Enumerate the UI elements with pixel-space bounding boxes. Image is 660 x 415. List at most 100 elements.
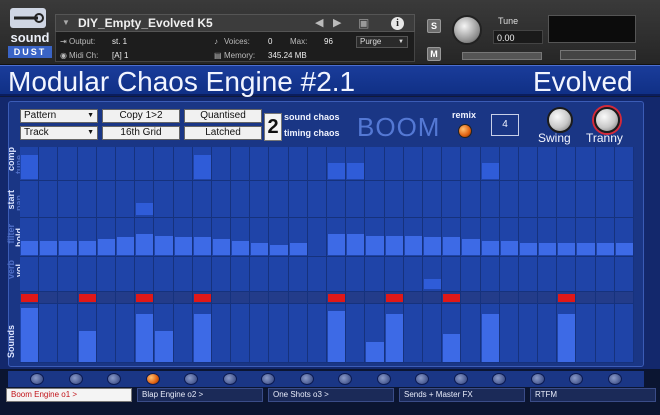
verb-vol-cell[interactable] [231, 257, 251, 292]
step-knob[interactable] [415, 373, 429, 385]
step-knob[interactable] [299, 373, 314, 385]
comp-tune-cell[interactable] [39, 147, 59, 181]
chaos-number[interactable]: 2 [264, 113, 282, 141]
start-pan-cell[interactable] [461, 181, 481, 218]
comp-tune-cell[interactable] [115, 147, 136, 181]
start-pan-cell[interactable] [422, 181, 443, 218]
red-hit-cell[interactable] [365, 292, 385, 304]
sounds-cell[interactable] [58, 304, 78, 363]
step-sequencer-grid[interactable] [20, 147, 634, 363]
tab-blap-engine[interactable]: Blap Engine o2 > [137, 388, 263, 402]
sounds-cell[interactable] [346, 304, 366, 363]
red-hit-cell[interactable] [480, 292, 500, 304]
step-knob[interactable] [184, 373, 198, 385]
start-pan-cell[interactable] [20, 181, 40, 218]
verb-vol-cell[interactable] [576, 257, 596, 292]
verb-vol-cell[interactable] [365, 257, 385, 292]
verb-vol-cell[interactable] [614, 257, 634, 292]
red-hit-cell[interactable] [173, 292, 193, 304]
red-hit-cell[interactable] [58, 292, 78, 304]
remix-button[interactable] [458, 124, 472, 138]
solo-button[interactable]: S [427, 19, 441, 33]
red-hit-cell[interactable] [422, 292, 443, 304]
comp-tune-cell[interactable] [231, 147, 251, 181]
verb-vol-cell[interactable] [595, 257, 615, 292]
comp-tune-cell[interactable] [518, 147, 539, 181]
comp-tune-cell[interactable] [58, 147, 78, 181]
comp-tune-cell[interactable] [154, 147, 174, 181]
comp-tune-cell[interactable] [614, 147, 634, 181]
tab-one-shots[interactable]: One Shots o3 > [268, 388, 394, 402]
step-knob[interactable] [30, 373, 44, 385]
verb-vol-cell[interactable] [20, 257, 40, 292]
sounds-cell[interactable] [288, 304, 308, 363]
pattern-dropdown[interactable]: Pattern ▼ [20, 109, 98, 123]
comp-tune-cell[interactable] [576, 147, 596, 181]
sounds-cell[interactable] [518, 304, 539, 363]
comp-tune-cell[interactable] [595, 147, 615, 181]
tab-sends-master-fx[interactable]: Sends + Master FX [399, 388, 525, 402]
comp-tune-cell[interactable] [384, 147, 404, 181]
verb-vol-cell[interactable] [115, 257, 136, 292]
swing-knob[interactable] [547, 107, 573, 133]
sounds-cell[interactable] [614, 304, 634, 363]
start-pan-cell[interactable] [192, 181, 212, 218]
verb-vol-cell[interactable] [154, 257, 174, 292]
comp-tune-cell[interactable] [499, 147, 519, 181]
step-knob[interactable] [607, 373, 622, 385]
sounds-cell[interactable] [595, 304, 615, 363]
filter-hold-cell[interactable] [307, 218, 327, 257]
sounds-cell[interactable] [422, 304, 443, 363]
start-pan-cell[interactable] [480, 181, 500, 218]
start-pan-cell[interactable] [154, 181, 174, 218]
start-pan-cell[interactable] [442, 181, 462, 218]
start-pan-cell[interactable] [96, 181, 116, 218]
sounds-cell[interactable] [538, 304, 558, 363]
sounds-cell[interactable] [307, 304, 327, 363]
red-hit-cell[interactable] [115, 292, 136, 304]
tranny-knob[interactable] [594, 107, 620, 133]
start-pan-cell[interactable] [538, 181, 558, 218]
verb-vol-cell[interactable] [307, 257, 327, 292]
start-pan-cell[interactable] [115, 181, 136, 218]
volume-slider[interactable] [560, 50, 636, 60]
step-knob[interactable] [68, 373, 83, 385]
sound-chaos-label[interactable]: sound chaos [284, 112, 340, 122]
prev-instrument-icon[interactable]: ◀ [315, 16, 323, 29]
comp-tune-cell[interactable] [365, 147, 385, 181]
start-pan-cell[interactable] [384, 181, 404, 218]
verb-vol-cell[interactable] [327, 257, 347, 292]
tab-rtfm[interactable]: RTFM [530, 388, 656, 402]
next-instrument-icon[interactable]: ▶ [333, 16, 341, 29]
verb-vol-cell[interactable] [442, 257, 462, 292]
start-pan-cell[interactable] [499, 181, 519, 218]
comp-tune-cell[interactable] [135, 147, 155, 181]
verb-vol-cell[interactable] [173, 257, 193, 292]
sounds-cell[interactable] [250, 304, 270, 363]
timing-chaos-label[interactable]: timing chaos [284, 128, 340, 138]
verb-vol-cell[interactable] [461, 257, 481, 292]
start-pan-cell[interactable] [307, 181, 327, 218]
red-hit-cell[interactable] [538, 292, 558, 304]
comp-tune-cell[interactable] [538, 147, 558, 181]
verb-vol-cell[interactable] [288, 257, 308, 292]
start-pan-cell[interactable] [327, 181, 347, 218]
start-pan-cell[interactable] [269, 181, 289, 218]
comp-tune-cell[interactable] [288, 147, 308, 181]
tune-knob[interactable] [452, 15, 482, 45]
start-pan-cell[interactable] [211, 181, 232, 218]
mute-button[interactable]: M [427, 47, 441, 61]
quantised-button[interactable]: Quantised [184, 109, 262, 123]
red-hit-cell[interactable] [499, 292, 519, 304]
red-hit-cell[interactable] [595, 292, 615, 304]
comp-tune-cell[interactable] [403, 147, 423, 181]
step-knob[interactable] [107, 373, 121, 385]
start-pan-cell[interactable] [77, 181, 97, 218]
verb-vol-cell[interactable] [135, 257, 155, 292]
red-hit-cell[interactable] [461, 292, 481, 304]
comp-tune-cell[interactable] [250, 147, 270, 181]
sounds-cell[interactable] [403, 304, 423, 363]
purge-dropdown[interactable]: Purge ▼ [356, 36, 408, 48]
latched-button[interactable]: Latched [184, 126, 262, 140]
sounds-cell[interactable] [211, 304, 232, 363]
